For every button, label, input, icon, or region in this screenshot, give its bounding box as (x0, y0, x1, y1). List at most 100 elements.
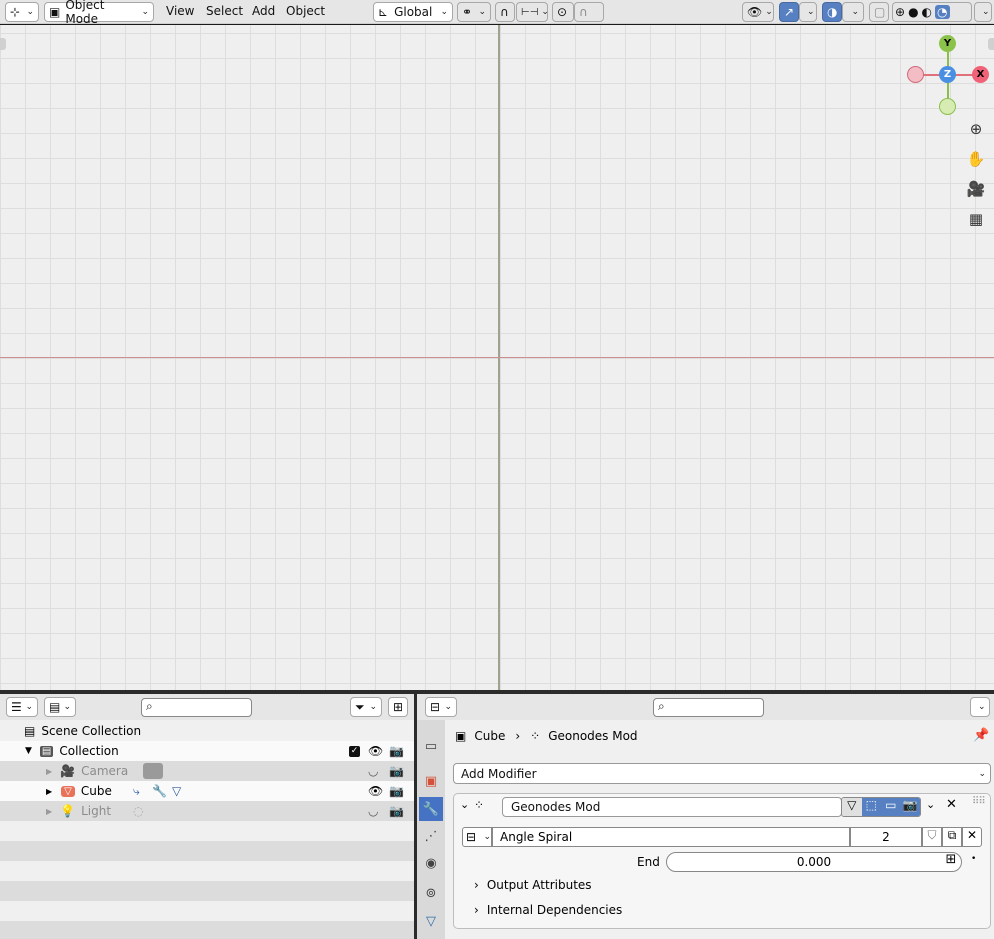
toolbar-collapse-handle[interactable] (0, 38, 6, 50)
snap-toggle[interactable]: ∩ (495, 2, 515, 22)
keyframe-dot-icon[interactable]: • (971, 854, 976, 864)
camera-view-icon[interactable]: 🎥 (966, 179, 986, 199)
collection-row[interactable]: ▼ ▤ Collection ✓ 👁 📷 (0, 741, 414, 761)
filter-dropdown[interactable]: ⏷ ⌄ (350, 697, 382, 717)
oncage-toggle-icon[interactable]: ⬚ (861, 798, 881, 816)
expand-arrow-icon[interactable]: ▶ (46, 787, 52, 796)
node-group-users-count[interactable]: 2 (850, 827, 922, 847)
gizmo-neg-x-ball[interactable] (907, 66, 924, 83)
modifier-menu-chevron[interactable]: ⌄ (926, 798, 935, 811)
tab-collection[interactable]: ▭ (419, 734, 443, 758)
drag-handle-icon[interactable]: ⠿⠿ (972, 796, 986, 807)
snap-target-dropdown[interactable]: ⊢⊣ ⌄ (516, 2, 549, 22)
gizmo-x-ball[interactable]: X (972, 66, 989, 83)
camera-data-icon[interactable] (143, 763, 163, 779)
display-mode-dropdown[interactable]: ▤ ⌄ (44, 697, 76, 717)
viewport-toggle-icon[interactable]: ▭ (881, 798, 901, 816)
new-collection-button[interactable]: ⊞ (388, 697, 408, 717)
gizmo-y-ball[interactable]: Y (939, 35, 956, 52)
shading-dropdown[interactable]: ⌄ (974, 2, 992, 22)
outliner-editor-type[interactable]: ☰ ⌄ (6, 697, 38, 717)
camera-render-icon[interactable]: 📷 (389, 784, 404, 798)
chevron-down-icon[interactable]: ⌄ (460, 798, 469, 811)
object-mode-icon: ▣ (49, 5, 61, 19)
eye-icon[interactable]: 👁 (368, 784, 383, 798)
select-menu[interactable]: Select (206, 4, 243, 18)
pan-hand-icon[interactable]: ✋ (966, 149, 986, 169)
node-group-name-field[interactable]: Angle Spiral (492, 827, 850, 847)
attribute-toggle-icon[interactable]: ⊞ (941, 852, 961, 872)
object-menu[interactable]: Object (286, 4, 325, 18)
outliner-item-light[interactable]: ▶ 💡 Light ◌ ◡ 📷 (0, 801, 414, 821)
outliner-search-input[interactable]: ⌕ (141, 698, 252, 717)
overlay-dropdown[interactable]: ⌄ (842, 2, 864, 22)
fake-user-button[interactable]: ⛉ (922, 827, 942, 847)
pivot-point-dropdown[interactable]: ⚭ ⌄ (457, 2, 491, 22)
tab-modifiers[interactable]: 🔧 (419, 797, 443, 821)
close-icon[interactable]: ✕ (946, 797, 957, 812)
proportional-edit-toggle[interactable]: ⊙ (552, 2, 574, 22)
properties-editor-type[interactable]: ⊟ ⌄ (425, 697, 457, 717)
render-toggle-icon[interactable]: 📷 (900, 798, 920, 816)
visibility-dropdown[interactable]: 👁 ⌄ (742, 2, 774, 22)
collection-icon: ▤ (39, 745, 54, 757)
node-group-browse[interactable]: ⊟ ⌄ (462, 827, 492, 847)
tab-physics[interactable]: ◉ (419, 851, 443, 875)
geometry-nodes-icon[interactable]: ⤷ (133, 784, 140, 799)
camera-render-icon[interactable]: 📷 (389, 744, 404, 758)
expand-arrow-icon[interactable]: ▶ (46, 807, 52, 816)
expand-arrow-icon[interactable]: ▶ (46, 767, 52, 776)
empty-row (0, 881, 414, 901)
ortho-grid-icon[interactable]: ▦ (966, 209, 986, 229)
light-data-icon[interactable]: ◌ (133, 804, 143, 818)
xray-toggle[interactable]: ▢ (869, 2, 889, 22)
expand-arrow-icon[interactable]: ▼ (25, 746, 32, 756)
overlay-toggle[interactable]: ◑ (822, 2, 842, 22)
output-attributes-subpanel[interactable]: › Output Attributes (474, 878, 592, 892)
gizmo-toggle[interactable]: ↗ (779, 2, 799, 22)
tab-data[interactable]: ▽ (419, 909, 443, 933)
gizmo-z-ball[interactable]: Z (939, 66, 956, 83)
solid-shading-icon[interactable]: ● (908, 5, 918, 19)
modifier-name-field[interactable]: Geonodes Mod (502, 797, 842, 817)
tab-particles[interactable]: ⋰ (419, 824, 443, 848)
view-menu[interactable]: View (166, 4, 194, 18)
end-value-field[interactable]: 0.000 (666, 852, 962, 872)
internal-dependencies-subpanel[interactable]: › Internal Dependencies (474, 903, 622, 917)
mesh-data-icon[interactable]: ▽ (172, 784, 181, 798)
properties-options-dropdown[interactable]: ⌄ (970, 697, 990, 717)
camera-render-icon[interactable]: 📷 (389, 804, 404, 818)
outliner-item-cube[interactable]: ▶ ▽ Cube ⤷ 🔧 ▽ 👁 📷 (0, 781, 414, 801)
sidebar-collapse-handle[interactable] (988, 38, 994, 50)
editor-type-button[interactable]: ⊹ ⌄ (5, 2, 39, 22)
pin-icon[interactable]: 📌 (973, 728, 989, 743)
outliner-item-camera[interactable]: ▶ 🎥 Camera ◡ 📷 (0, 761, 414, 781)
duplicate-button[interactable]: ⧉ (942, 827, 962, 847)
gizmo-neg-y-ball[interactable] (939, 98, 956, 115)
falloff-dropdown[interactable]: ∩ (574, 2, 604, 22)
tab-object[interactable]: ▣ (419, 769, 443, 793)
gizmo-dropdown[interactable]: ⌄ (799, 2, 817, 22)
node-tree-icon: ⊟ (466, 830, 477, 844)
zoom-icon[interactable]: ⊕ (966, 119, 986, 139)
properties-search-input[interactable]: ⌕ (653, 698, 764, 717)
material-shading-icon[interactable]: ◐ (922, 5, 932, 19)
particles-icon: ⋰ (424, 828, 438, 844)
overlay-icon: ◑ (827, 5, 838, 19)
rendered-shading-icon[interactable]: ◔ (935, 5, 950, 19)
wireframe-shading-icon[interactable]: ⊕ (895, 5, 905, 19)
hidden-eye-icon[interactable]: ◡ (368, 764, 378, 778)
add-menu[interactable]: Add (252, 4, 275, 18)
camera-render-icon[interactable]: 📷 (389, 764, 404, 778)
hidden-eye-icon[interactable]: ◡ (368, 804, 378, 818)
wrench-icon[interactable]: 🔧 (152, 784, 167, 798)
unlink-button[interactable]: ✕ (962, 827, 982, 847)
editmode-toggle-icon[interactable]: ▽ (842, 798, 862, 816)
scene-collection-row[interactable]: ▤ Scene Collection (0, 721, 414, 741)
eye-icon[interactable]: 👁 (368, 744, 383, 758)
transform-orientation-dropdown[interactable]: ⊾ Global ⌄ (373, 2, 453, 22)
add-modifier-dropdown[interactable]: Add Modifier ⌄ (453, 763, 991, 784)
tab-constraints[interactable]: ⊚ (419, 881, 443, 905)
object-mode-dropdown[interactable]: ▣ Object Mode ⌄ (44, 0, 154, 26)
exclude-checkbox[interactable]: ✓ (349, 745, 360, 757)
